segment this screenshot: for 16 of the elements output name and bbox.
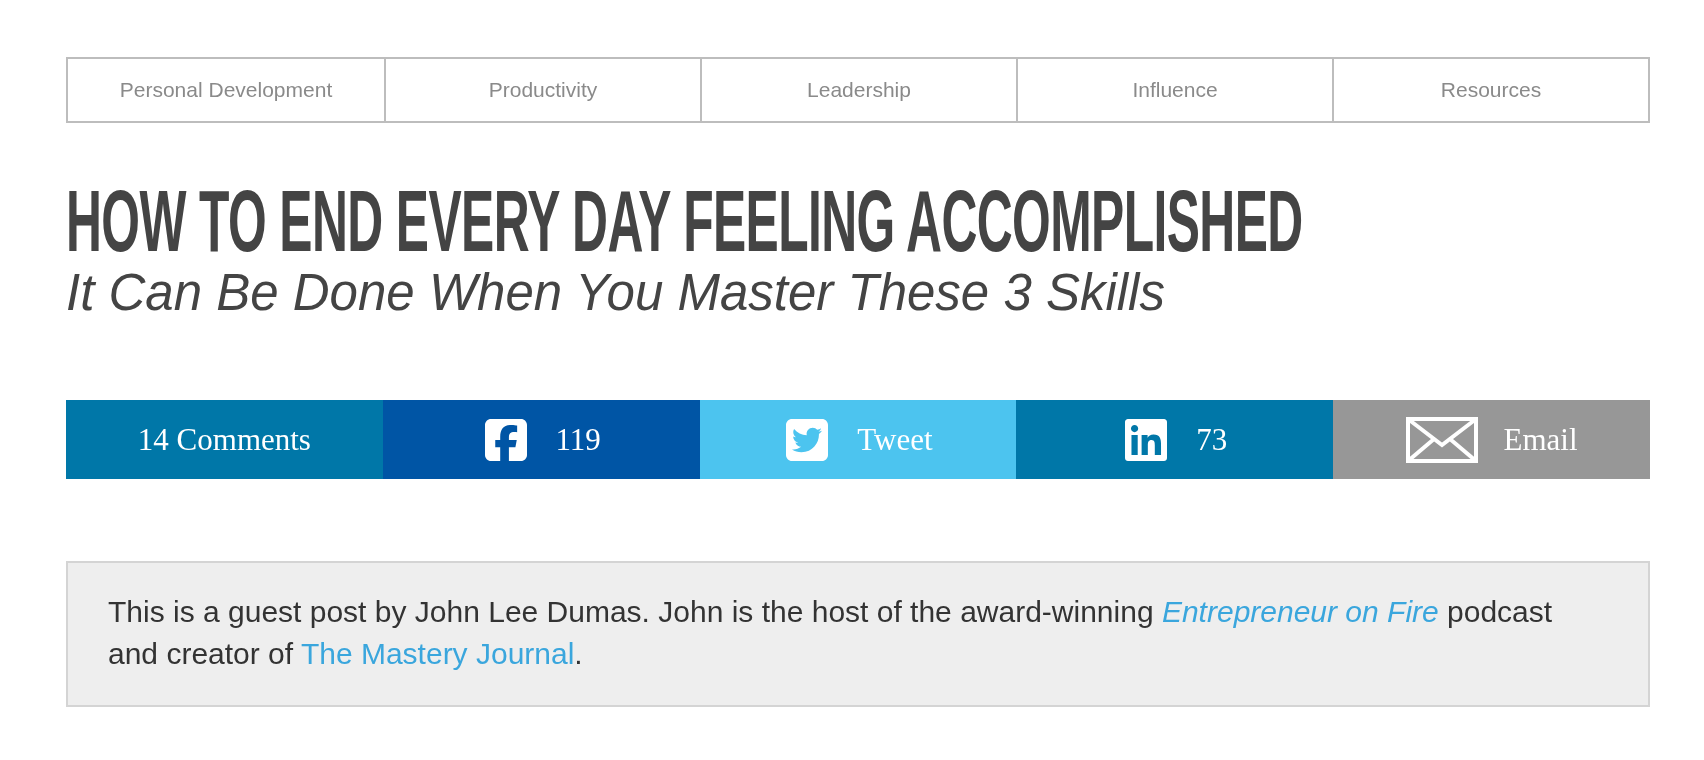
share-button[interactable]: 119: [382, 400, 700, 479]
comments-button[interactable]: 14 Comments: [66, 400, 383, 479]
envelope-icon: [1405, 416, 1478, 463]
text-link[interactable]: The Mastery Journal: [300, 637, 575, 670]
share-button[interactable]: 73: [1016, 400, 1334, 479]
intro-text: This is a guest post by John Lee Dumas. John is the host of the award-winning Entrepreneur on Fire podcast and creator of The Mastery Journal.: [108, 594, 1554, 672]
nav-link[interactable]: Leadership: [700, 59, 1016, 121]
nav-link[interactable]: Productivity: [384, 59, 700, 121]
article-subtitle: It Can Be Done When You Master These 3 Skills: [66, 263, 1166, 322]
article-title: HOW TO END EVERY DAY FEELING ACCOMPLISHED: [66, 183, 1303, 259]
nav-link[interactable]: Influence: [1016, 59, 1332, 121]
share-button[interactable]: Email: [1333, 400, 1650, 479]
text-link[interactable]: Entrepreneur on Fire: [1161, 595, 1439, 628]
nav-link[interactable]: Resources: [1332, 59, 1648, 121]
nav-link[interactable]: Personal Development: [68, 59, 384, 121]
share-button[interactable]: Tweet: [699, 400, 1017, 479]
